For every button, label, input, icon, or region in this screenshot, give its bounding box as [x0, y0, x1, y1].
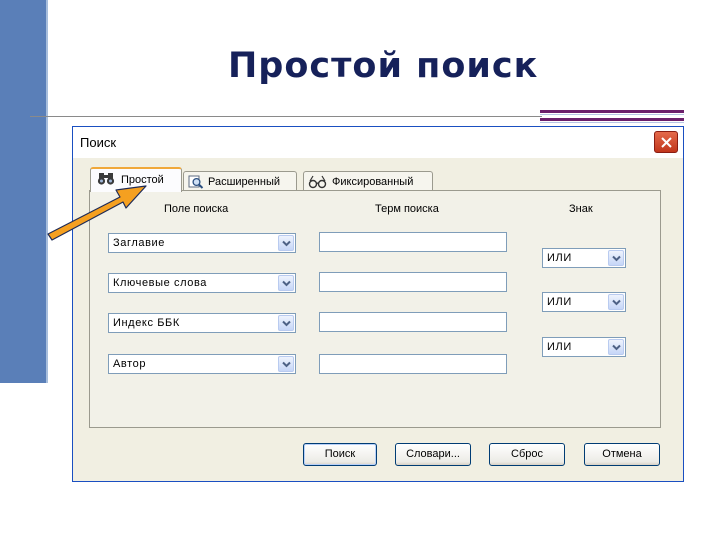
- reset-button[interactable]: Сброс: [489, 443, 565, 466]
- annotation-arrow-icon: [47, 185, 147, 241]
- chevron-down-icon[interactable]: [278, 235, 294, 251]
- chevron-down-icon[interactable]: [278, 315, 294, 331]
- term-input[interactable]: [319, 272, 507, 292]
- operator-select[interactable]: ИЛИ: [542, 248, 626, 268]
- close-button[interactable]: [654, 131, 678, 153]
- column-header-field: Поле поиска: [164, 203, 229, 215]
- slide-accent-line: [540, 114, 684, 115]
- chevron-down-icon[interactable]: [278, 275, 294, 291]
- dialog-titlebar[interactable]: Поиск: [73, 127, 683, 158]
- search-dialog: Поиск Простой Расширенный Фиксированный …: [72, 126, 684, 482]
- slide-accent-line: [540, 110, 684, 113]
- slide-title: Простой поиск: [228, 46, 539, 86]
- operator-select[interactable]: ИЛИ: [542, 292, 626, 312]
- chevron-down-icon[interactable]: [608, 294, 624, 310]
- operator-select-value: ИЛИ: [547, 252, 572, 264]
- term-input[interactable]: [319, 312, 507, 332]
- tab-fixed-label: Фиксированный: [332, 176, 414, 188]
- slide-accent-line: [540, 118, 684, 121]
- chevron-down-icon[interactable]: [278, 356, 294, 372]
- term-input[interactable]: [319, 354, 507, 374]
- search-button[interactable]: Поиск: [303, 443, 377, 466]
- column-header-operator: Знак: [569, 203, 593, 215]
- field-select[interactable]: Индекс ББК: [108, 313, 296, 333]
- tab-advanced-label: Расширенный: [208, 176, 280, 188]
- tab-advanced[interactable]: Расширенный: [183, 171, 297, 191]
- operator-select-value: ИЛИ: [547, 341, 572, 353]
- chevron-down-icon[interactable]: [608, 250, 624, 266]
- column-header-term: Терм поиска: [375, 203, 439, 215]
- cancel-button[interactable]: Отмена: [584, 443, 660, 466]
- slide-left-bar: [0, 0, 46, 383]
- field-select[interactable]: Ключевые слова: [108, 273, 296, 293]
- dialog-title: Поиск: [80, 135, 117, 150]
- field-select[interactable]: Автор: [108, 354, 296, 374]
- field-select-value: Ключевые слова: [113, 277, 208, 289]
- chevron-down-icon[interactable]: [608, 339, 624, 355]
- term-input[interactable]: [319, 232, 507, 252]
- operator-select-value: ИЛИ: [547, 296, 572, 308]
- field-select-value: Индекс ББК: [113, 317, 180, 329]
- slide-divider: [30, 116, 542, 117]
- slide-accent-line: [540, 122, 684, 123]
- tab-fixed[interactable]: Фиксированный: [303, 171, 433, 191]
- close-icon: [661, 137, 672, 148]
- field-select-value: Автор: [113, 358, 147, 370]
- operator-select[interactable]: ИЛИ: [542, 337, 626, 357]
- dictionaries-button[interactable]: Словари...: [395, 443, 471, 466]
